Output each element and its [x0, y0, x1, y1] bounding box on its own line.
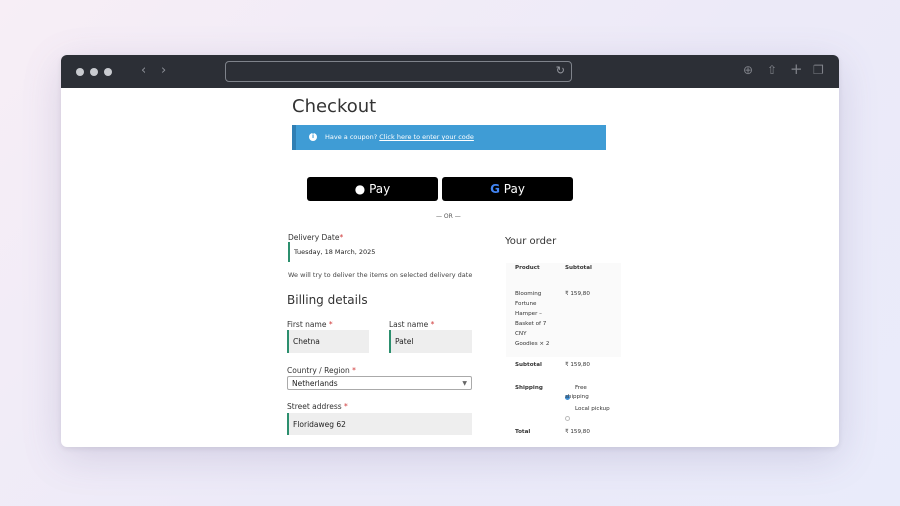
tabs-icon[interactable]: ❐ — [813, 63, 824, 77]
google-g-icon: G — [490, 182, 500, 196]
billing-heading: Billing details — [287, 293, 368, 307]
google-pay-label: Pay — [503, 182, 525, 196]
checkout-page: Checkout i Have a coupon? Click here to … — [61, 88, 839, 447]
subtotal-label: Subtotal — [515, 362, 542, 368]
local-pickup-radio[interactable] — [565, 406, 570, 425]
or-divider: — OR — — [436, 213, 461, 220]
delivery-date-label: Delivery Date* — [288, 233, 344, 242]
window-minimize-dot[interactable] — [90, 68, 98, 76]
last-name-label: Last name * — [389, 320, 435, 329]
page-title: Checkout — [292, 96, 377, 117]
google-pay-button[interactable]: G Pay — [442, 177, 573, 201]
window-close-dot[interactable] — [76, 68, 84, 76]
chevron-left-icon[interactable]: ‹ — [141, 63, 146, 79]
coupon-notice: i Have a coupon? Click here to enter you… — [292, 125, 606, 150]
coupon-text: Have a coupon? — [325, 133, 378, 141]
apple-icon: ● — [354, 182, 366, 196]
product-column-header: Product — [515, 265, 540, 271]
apple-pay-button[interactable]: ● Pay — [307, 177, 438, 201]
apple-pay-label: Pay — [369, 182, 391, 196]
order-item-subtotal: ₹ 159,80 — [565, 291, 590, 297]
total-value: ₹ 159,80 — [565, 429, 590, 435]
subtotal-value: ₹ 159,80 — [565, 362, 590, 368]
reload-icon[interactable]: ↻ — [556, 64, 565, 77]
local-pickup-label: Local pickup — [575, 406, 610, 412]
first-name-label: First name * — [287, 320, 333, 329]
first-name-input[interactable]: Chetna — [287, 330, 369, 353]
street-address-label: Street address * — [287, 402, 348, 411]
country-select[interactable]: Netherlands ▼ — [287, 376, 472, 390]
address-bar[interactable]: ↻ — [225, 61, 572, 82]
order-heading: Your order — [505, 236, 557, 247]
subtotal-column-header: Subtotal — [565, 265, 592, 271]
total-label: Total — [515, 429, 531, 435]
plus-icon[interactable]: + — [790, 60, 803, 78]
last-name-input[interactable]: Patel — [389, 330, 472, 353]
order-item-name: Blooming Fortune Hamper – Basket of 7 CN… — [515, 291, 550, 347]
shipping-label: Shipping — [515, 385, 543, 391]
street-address-input[interactable]: Floridaweg 62 — [287, 413, 472, 435]
country-label: Country / Region * — [287, 366, 356, 375]
chevron-right-icon[interactable]: › — [161, 63, 166, 79]
browser-toolbar: ‹ › ↻ ⊕ ⇧ + ❐ — [61, 55, 839, 88]
coupon-link[interactable]: Click here to enter your code — [379, 133, 474, 141]
info-icon: i — [309, 133, 317, 141]
download-icon[interactable]: ⊕ — [743, 63, 753, 77]
chevron-down-icon: ▼ — [462, 380, 467, 387]
share-icon[interactable]: ⇧ — [767, 63, 777, 77]
browser-window: ‹ › ↻ ⊕ ⇧ + ❐ Checkout i Have a coupon? … — [61, 55, 839, 447]
free-shipping-label-line2: shipping — [565, 394, 589, 400]
delivery-date-input[interactable]: Tuesday, 18 March, 2025 — [288, 242, 428, 262]
delivery-note: We will try to deliver the items on sele… — [288, 271, 473, 279]
window-zoom-dot[interactable] — [104, 68, 112, 76]
item-quantity: × 2 — [539, 341, 550, 347]
